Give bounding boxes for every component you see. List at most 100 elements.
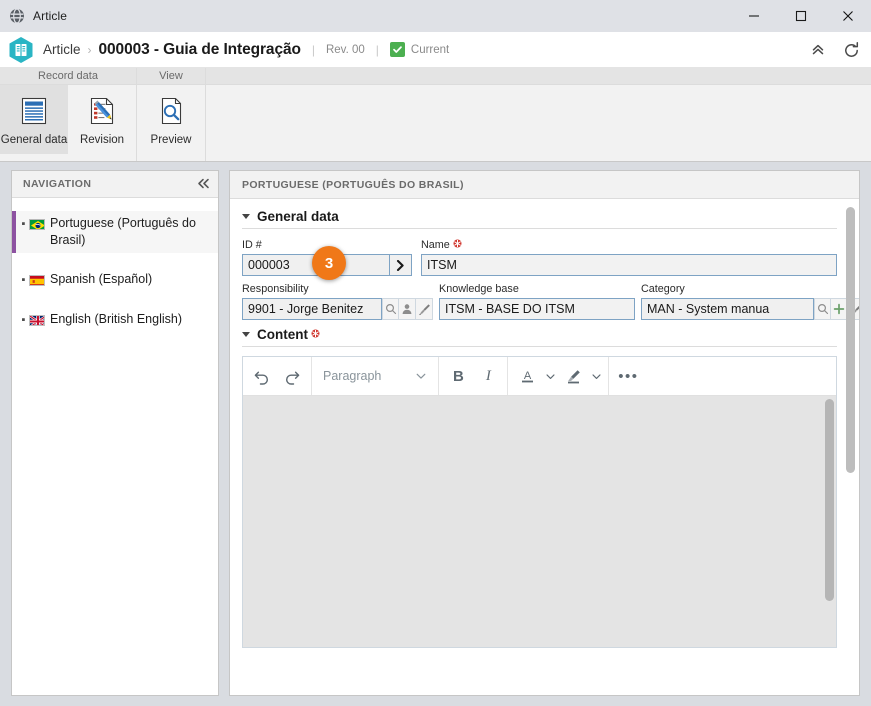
section-content-header[interactable]: Content	[242, 327, 837, 342]
editor-scrollbar-thumb[interactable]	[825, 399, 834, 601]
ribbon-group-record-data: Record data General data Revision	[0, 68, 137, 161]
responsibility-input[interactable]	[242, 298, 382, 320]
responsibility-brush-icon[interactable]	[416, 298, 433, 320]
main-body: NAVIGATION ▪ Portuguese (Português do Br…	[0, 162, 871, 696]
caret-down-icon[interactable]	[242, 214, 250, 219]
field-label-category: Category	[641, 283, 685, 295]
paragraph-style-dropdown[interactable]: Paragraph	[316, 361, 434, 391]
category-input[interactable]	[641, 298, 814, 320]
bullet-icon: ▪	[21, 274, 26, 286]
close-button[interactable]	[824, 0, 871, 32]
caret-down-icon[interactable]	[242, 332, 250, 337]
ribbon-button-label: Preview	[150, 134, 192, 146]
chevron-down-icon	[416, 373, 426, 379]
knowledge-base-input[interactable]	[439, 298, 635, 320]
ribbon-button-preview[interactable]: Preview	[137, 85, 205, 154]
section-divider	[242, 228, 837, 229]
field-label-name: Name	[421, 238, 837, 252]
ribbon-button-revision[interactable]: Revision	[68, 85, 136, 154]
header-divider-1: |	[311, 42, 315, 57]
more-options-icon[interactable]: •••	[613, 361, 643, 391]
ribbon-group-view: View Preview	[137, 68, 206, 161]
font-color-icon[interactable]: A	[512, 361, 542, 391]
ribbon-toolbar: Record data General data Revision View P…	[0, 68, 871, 162]
highlighter-icon[interactable]	[558, 361, 588, 391]
section-general-data-header[interactable]: General data	[242, 209, 837, 224]
section-divider	[242, 346, 837, 347]
field-label-name-text: Name	[421, 239, 450, 251]
bold-button[interactable]: B	[443, 361, 473, 391]
header-divider-2: |	[375, 42, 379, 57]
paragraph-style-label: Paragraph	[323, 369, 382, 383]
window-title: Article	[33, 9, 68, 23]
navigation-header: NAVIGATION	[12, 171, 218, 198]
ribbon-empty-title	[206, 68, 871, 85]
form-panel: PORTUGUESE (PORTUGUÊS DO BRASIL) General…	[229, 170, 860, 696]
id-open-button[interactable]	[390, 254, 412, 276]
editor-group-paragraph: Paragraph	[312, 357, 440, 395]
field-row-1: ID # Name	[242, 238, 837, 280]
document-lines-icon	[17, 92, 51, 130]
status-badge: Current	[389, 42, 450, 57]
navigation-title: NAVIGATION	[23, 178, 92, 190]
editor-toolbar: Paragraph B I A •••	[243, 357, 836, 396]
bullet-icon: ▪	[21, 314, 26, 326]
collapse-header-icon[interactable]	[810, 42, 826, 58]
status-bar	[0, 696, 871, 706]
form-scroll-area: General data ID # 000003 Name ITSM 3 Res…	[230, 199, 859, 695]
window-controls	[730, 0, 871, 32]
form-scrollbar-thumb[interactable]	[846, 207, 855, 473]
document-magnifier-icon	[154, 92, 188, 130]
title-bar: Article	[0, 0, 871, 32]
editor-group-color: A	[508, 357, 610, 395]
redo-icon[interactable]	[277, 361, 307, 391]
ribbon-button-general-data[interactable]: General data	[0, 85, 68, 154]
field-name: Name	[421, 238, 837, 276]
required-marker-icon	[311, 329, 320, 341]
ribbon-group-title: Record data	[0, 68, 136, 85]
refresh-icon[interactable]	[842, 41, 861, 60]
name-input[interactable]	[421, 254, 837, 276]
ribbon-button-label: Revision	[79, 134, 125, 146]
sidebar-item-portuguese[interactable]: ▪ Portuguese (Português do Brasil)	[12, 211, 218, 253]
editor-group-history	[243, 357, 312, 395]
responsibility-search-icon[interactable]	[382, 298, 399, 320]
breadcrumb-root[interactable]: Article	[43, 42, 81, 57]
sidebar-item-label: English (British English)	[50, 312, 182, 326]
svg-text:A: A	[524, 370, 532, 382]
maximize-button[interactable]	[777, 0, 824, 32]
navigation-panel: NAVIGATION ▪ Portuguese (Português do Br…	[11, 170, 219, 696]
field-responsibility: Responsibility	[242, 282, 433, 320]
sidebar-item-label: Spanish (Español)	[50, 272, 153, 286]
required-marker-icon	[453, 239, 462, 251]
form-panel-title: PORTUGUESE (PORTUGUÊS DO BRASIL)	[242, 178, 464, 191]
breadcrumb-separator-icon: ›	[87, 42, 92, 57]
highlight-chevron-down-icon[interactable]	[588, 361, 604, 391]
field-row-2: Responsibility 9901 - Jorge Benitez Know…	[242, 282, 859, 320]
sidebar-item-spanish[interactable]: ▪ Spanish (Español)	[12, 267, 218, 293]
font-color-chevron-down-icon[interactable]	[542, 361, 558, 391]
undo-icon[interactable]	[247, 361, 277, 391]
responsibility-user-icon[interactable]	[399, 298, 416, 320]
editor-group-style: B I	[439, 357, 509, 395]
field-label-knowledge-base: Knowledge base	[439, 283, 519, 295]
minimize-button[interactable]	[730, 0, 777, 32]
revision-label: Rev. 00	[325, 43, 365, 56]
flag-brazil-icon	[29, 219, 45, 230]
flag-uk-icon	[29, 315, 45, 326]
document-pencil-icon	[85, 92, 119, 130]
italic-button[interactable]: I	[473, 361, 503, 391]
field-category: Category	[641, 282, 859, 320]
chevron-double-left-icon[interactable]	[197, 178, 210, 191]
status-label: Current	[410, 43, 450, 56]
article-app-icon	[8, 36, 34, 64]
header-actions	[810, 32, 861, 68]
editor-content-area[interactable]	[243, 396, 836, 647]
field-knowledge-base: Knowledge base	[439, 282, 635, 320]
sidebar-item-label: Portuguese (Português do Brasil)	[50, 216, 196, 247]
category-search-icon[interactable]	[814, 298, 831, 320]
breadcrumb-current: 000003 - Guia de Integração	[98, 40, 301, 58]
form-panel-header: PORTUGUESE (PORTUGUÊS DO BRASIL)	[230, 171, 859, 199]
sidebar-item-english[interactable]: ▪ English (British English)	[12, 307, 218, 333]
navigation-list: ▪ Portuguese (Português do Brasil) ▪ Spa…	[12, 198, 218, 333]
